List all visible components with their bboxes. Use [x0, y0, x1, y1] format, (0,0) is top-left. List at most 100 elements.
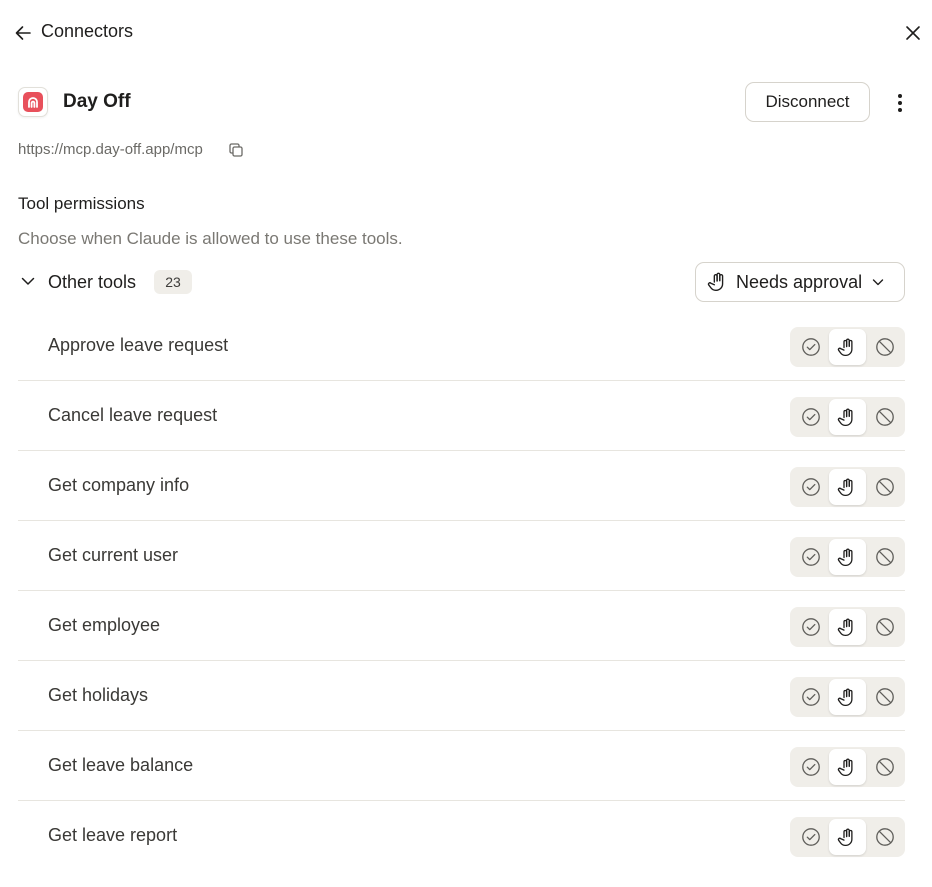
- hand-icon: [837, 688, 853, 706]
- connector-url: https://mcp.day-off.app/mcp: [18, 141, 203, 158]
- block-option[interactable]: [866, 329, 903, 365]
- block-icon: [875, 408, 894, 426]
- permission-toggle-group: [790, 817, 905, 857]
- group-policy-dropdown[interactable]: Needs approval: [695, 262, 905, 302]
- block-option[interactable]: [866, 469, 903, 505]
- check-circle-icon: [801, 688, 820, 706]
- needs-approval-option[interactable]: [829, 819, 866, 855]
- tool-permissions-description: Choose when Claude is allowed to use the…: [18, 229, 403, 248]
- tool-name: Get employee: [48, 615, 161, 635]
- tool-row: Get current user: [18, 521, 905, 591]
- tool-name: Cancel leave request: [48, 405, 218, 425]
- page-title: Connectors: [41, 21, 134, 41]
- tool-name: Get leave report: [48, 825, 178, 845]
- block-icon: [875, 828, 894, 846]
- permission-toggle-group: [790, 677, 905, 717]
- collapse-group-toggle[interactable]: [18, 271, 38, 291]
- permission-toggle-group: [790, 327, 905, 367]
- needs-approval-option[interactable]: [829, 749, 866, 785]
- chevron-down-icon: [870, 274, 886, 290]
- tool-name: Get leave balance: [48, 755, 194, 775]
- block-icon: [875, 478, 894, 496]
- check-circle-icon: [801, 758, 820, 776]
- always-allow-option[interactable]: [792, 819, 829, 855]
- tool-row: Cancel leave request: [18, 381, 905, 451]
- needs-approval-option[interactable]: [829, 329, 866, 365]
- tool-count-badge: 23: [154, 270, 192, 294]
- tool-row: Approve leave request: [18, 311, 905, 381]
- selected-policy-label: Needs approval: [736, 271, 863, 292]
- check-circle-icon: [801, 548, 820, 566]
- hand-icon: [837, 478, 853, 496]
- more-options-button[interactable]: [888, 90, 912, 116]
- check-circle-icon: [801, 338, 820, 356]
- tool-row: Get leave balance: [18, 731, 905, 801]
- block-icon: [875, 758, 894, 776]
- always-allow-option[interactable]: [792, 679, 829, 715]
- permission-toggle-group: [790, 397, 905, 437]
- check-circle-icon: [801, 618, 820, 636]
- tool-row: Get holidays: [18, 661, 905, 731]
- needs-approval-option[interactable]: [829, 469, 866, 505]
- tool-name: Get holidays: [48, 685, 149, 705]
- block-option[interactable]: [866, 399, 903, 435]
- always-allow-option[interactable]: [792, 749, 829, 785]
- arrow-left-icon: [15, 26, 31, 40]
- hand-icon: [837, 758, 853, 776]
- connector-name: Day Off: [63, 91, 131, 112]
- always-allow-option[interactable]: [792, 469, 829, 505]
- block-option[interactable]: [866, 819, 903, 855]
- hand-icon: [707, 271, 729, 293]
- back-button[interactable]: [12, 22, 34, 44]
- tool-group-label[interactable]: Other tools: [48, 272, 136, 293]
- disconnect-button[interactable]: Disconnect: [745, 82, 870, 122]
- permission-toggle-group: [790, 607, 905, 647]
- tool-name: Get current user: [48, 545, 179, 565]
- hand-icon: [837, 548, 853, 566]
- tool-list: Approve leave request Cancel leave reque…: [18, 311, 905, 871]
- tool-row: Get employee: [18, 591, 905, 661]
- always-allow-option[interactable]: [792, 609, 829, 645]
- chevron-down-icon: [21, 277, 35, 285]
- hand-icon: [837, 828, 853, 846]
- hand-icon: [837, 338, 853, 356]
- block-option[interactable]: [866, 749, 903, 785]
- more-vertical-icon: [898, 94, 902, 112]
- tool-row: Get leave report: [18, 801, 905, 871]
- permission-toggle-group: [790, 467, 905, 507]
- day-off-logo-icon: [28, 97, 38, 108]
- tool-permissions-title: Tool permissions: [18, 194, 145, 213]
- top-bar: Connectors: [0, 0, 932, 64]
- permission-toggle-group: [790, 747, 905, 787]
- permission-toggle-group: [790, 537, 905, 577]
- always-allow-option[interactable]: [792, 399, 829, 435]
- logo-mark: [23, 92, 43, 112]
- tool-name: Approve leave request: [48, 335, 229, 355]
- check-circle-icon: [801, 478, 820, 496]
- close-icon: [906, 26, 920, 40]
- block-icon: [875, 338, 894, 356]
- needs-approval-option[interactable]: [829, 399, 866, 435]
- hand-icon: [837, 618, 853, 636]
- close-button[interactable]: [901, 21, 925, 45]
- needs-approval-option[interactable]: [829, 609, 866, 645]
- tool-group-header: Other tools 23 Needs approval: [18, 262, 905, 302]
- block-icon: [875, 618, 894, 636]
- block-option[interactable]: [866, 539, 903, 575]
- tool-row: Get company info: [18, 451, 905, 521]
- check-circle-icon: [801, 408, 820, 426]
- block-icon: [875, 548, 894, 566]
- block-option[interactable]: [866, 609, 903, 645]
- block-option[interactable]: [866, 679, 903, 715]
- needs-approval-option[interactable]: [829, 679, 866, 715]
- copy-icon: [229, 143, 243, 157]
- always-allow-option[interactable]: [792, 539, 829, 575]
- day-off-logo: [18, 87, 48, 117]
- needs-approval-option[interactable]: [829, 539, 866, 575]
- block-icon: [875, 688, 894, 706]
- check-circle-icon: [801, 828, 820, 846]
- hand-icon: [837, 408, 853, 426]
- tool-name: Get company info: [48, 475, 190, 495]
- copy-url-button[interactable]: [227, 141, 245, 159]
- always-allow-option[interactable]: [792, 329, 829, 365]
